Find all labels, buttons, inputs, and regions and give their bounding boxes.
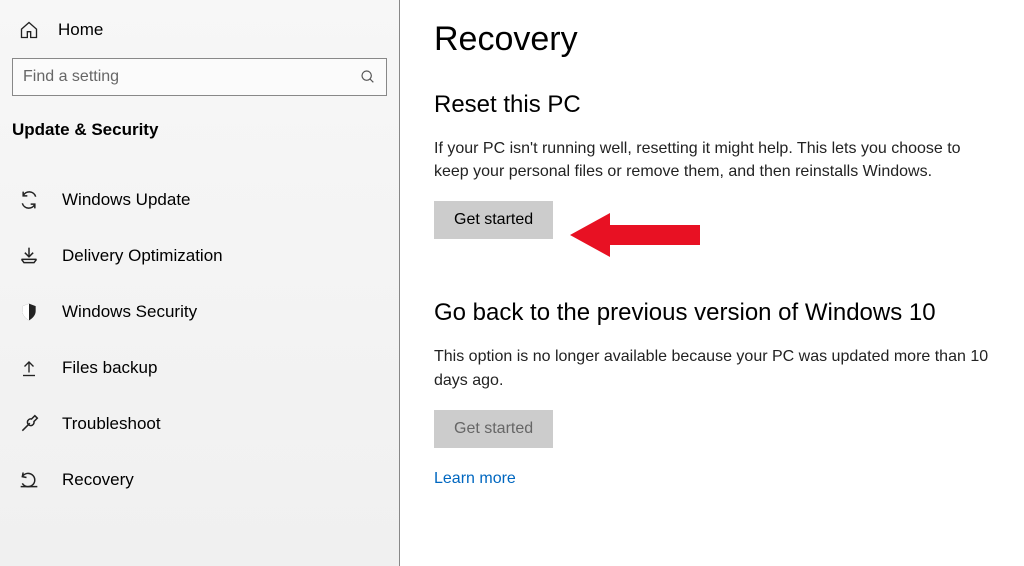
section-reset-pc: Reset this PC If your PC isn't running w… <box>434 91 1014 239</box>
category-heading: Update & Security <box>0 116 399 158</box>
search-input[interactable] <box>23 68 360 86</box>
upload-icon <box>18 358 40 378</box>
shield-icon <box>18 302 40 322</box>
wrench-icon <box>18 414 40 434</box>
sidebar-item-windows-security[interactable]: Windows Security <box>0 284 399 340</box>
reset-description: If your PC isn't running well, resetting… <box>434 137 994 183</box>
search-box[interactable] <box>12 58 387 96</box>
nav-label: Files backup <box>62 358 157 378</box>
goback-heading: Go back to the previous version of Windo… <box>434 299 1014 327</box>
home-nav[interactable]: Home <box>0 12 399 58</box>
nav-label: Delivery Optimization <box>62 246 223 266</box>
nav-label: Troubleshoot <box>62 414 161 434</box>
search-icon <box>360 69 376 85</box>
sidebar: Home Update & Security Windows Update De… <box>0 0 400 566</box>
section-go-back: Go back to the previous version of Windo… <box>434 299 1014 487</box>
reset-get-started-button[interactable]: Get started <box>434 201 553 239</box>
nav-list: Windows Update Delivery Optimization Win… <box>0 158 399 508</box>
learn-more-link[interactable]: Learn more <box>434 470 516 488</box>
sidebar-item-delivery-optimization[interactable]: Delivery Optimization <box>0 228 399 284</box>
sidebar-item-troubleshoot[interactable]: Troubleshoot <box>0 396 399 452</box>
main-content: Recovery Reset this PC If your PC isn't … <box>400 0 1024 566</box>
page-title: Recovery <box>434 20 1014 59</box>
nav-label: Windows Security <box>62 302 197 322</box>
nav-label: Recovery <box>62 470 134 490</box>
sidebar-item-windows-update[interactable]: Windows Update <box>0 172 399 228</box>
sync-icon <box>18 190 40 210</box>
reset-heading: Reset this PC <box>434 91 1014 119</box>
goback-get-started-button: Get started <box>434 410 553 448</box>
goback-description: This option is no longer available becau… <box>434 345 994 391</box>
home-icon <box>18 20 40 40</box>
sidebar-item-recovery[interactable]: Recovery <box>0 452 399 508</box>
search-container <box>0 58 399 116</box>
nav-label: Windows Update <box>62 190 191 210</box>
home-label: Home <box>58 20 103 40</box>
recovery-icon <box>18 470 40 490</box>
sidebar-item-files-backup[interactable]: Files backup <box>0 340 399 396</box>
download-network-icon <box>18 246 40 266</box>
